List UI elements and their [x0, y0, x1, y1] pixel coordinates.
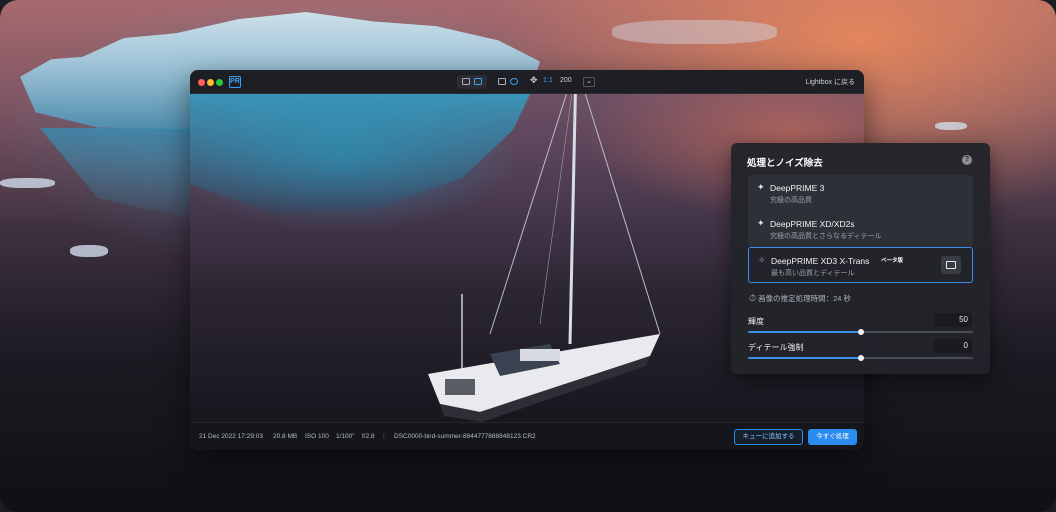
- selected-model: ✧ DeepPRIME XD3 X-Trans ベータ版 最も高い品質とディテー…: [749, 248, 972, 284]
- panel-title: 処理とノイズ除去: [747, 158, 823, 169]
- detail-label: ディテール強制: [748, 343, 804, 352]
- chevron-down-icon[interactable]: ⌄: [583, 77, 595, 87]
- single-view-icon[interactable]: [462, 78, 470, 85]
- slider-fill: [748, 357, 861, 359]
- file-name: DSC0000-bird-summer-8844777888848123.CR2: [394, 433, 536, 440]
- model-name: DeepPRIME 3: [770, 183, 825, 193]
- model-description: 究極の高品質とさらなるディテール: [770, 233, 882, 240]
- add-to-queue-button[interactable]: キューに追加する: [734, 429, 803, 445]
- ice-floe: [0, 178, 55, 188]
- luminance-slider[interactable]: [748, 329, 973, 335]
- model-option-deepprime-xd[interactable]: ✦ DeepPRIME XD/XD2s 究極の高品質とさらなるディテール: [748, 211, 973, 247]
- detail-slider[interactable]: [748, 355, 973, 361]
- app-logo: PR: [229, 76, 241, 88]
- zoom-window-button[interactable]: [216, 79, 223, 86]
- sparkle-icon: ✦: [757, 218, 765, 228]
- luminance-value-field[interactable]: 50: [934, 313, 972, 327]
- feedback-button[interactable]: [941, 256, 961, 274]
- minimize-window-button[interactable]: [207, 79, 214, 86]
- luminance-label: 輝度: [748, 317, 764, 326]
- iso-value: ISO 100: [305, 433, 329, 440]
- view-mode-group[interactable]: [457, 75, 487, 89]
- capture-date: 21 Dec 2022 17:29:03: [199, 433, 263, 440]
- sparkle-icon: ✧: [758, 255, 766, 265]
- ice-floe: [612, 20, 777, 44]
- split-view-group[interactable]: [493, 75, 523, 89]
- close-window-button[interactable]: [198, 79, 205, 86]
- chat-icon: [946, 261, 956, 269]
- detail-value-field[interactable]: 0: [934, 339, 972, 353]
- processing-panel: 処理とノイズ除去 ? ✦ DeepPRIME 3 究極の高品質 ✦ DeepPR…: [731, 143, 990, 374]
- divider: |: [383, 433, 385, 440]
- ice-floe: [935, 122, 967, 130]
- model-option-deepprime-xd3-xtrans[interactable]: ✧ DeepPRIME XD3 X-Trans ベータ版 最も高い品質とディテー…: [748, 247, 973, 283]
- aperture: f/2.8: [362, 433, 375, 440]
- sparkle-icon: ✦: [757, 182, 765, 192]
- zoom-value[interactable]: 200: [560, 77, 572, 84]
- model-description: 究極の高品質: [770, 197, 812, 204]
- ice-floe: [70, 245, 108, 257]
- back-to-lightbox-link[interactable]: Lightbox に戻る: [806, 77, 855, 87]
- slider-fill: [748, 331, 861, 333]
- background-photo: PR ✥ 1:1 200 ⌄ Lightbox に戻る 21 Dec 2022 …: [0, 0, 1056, 512]
- file-size: 20.8 MB: [273, 433, 298, 440]
- slider-knob[interactable]: [857, 355, 864, 361]
- slider-knob[interactable]: [857, 329, 864, 335]
- estimated-time-label: 画像の推定処理時間：24 秒: [758, 294, 852, 303]
- beta-badge: ベータ版: [881, 258, 904, 264]
- move-icon[interactable]: ✥: [530, 75, 538, 86]
- shutter-speed: 1/100": [336, 433, 355, 440]
- split-on-icon[interactable]: [510, 78, 518, 85]
- model-name: DeepPRIME XD/XD2s: [770, 219, 855, 229]
- help-icon[interactable]: ?: [962, 155, 972, 165]
- model-list: ✦ DeepPRIME 3 究極の高品質 ✦ DeepPRIME XD/XD2s…: [748, 175, 973, 247]
- zoom-fit-label[interactable]: 1:1: [543, 77, 553, 84]
- title-bar: PR ✥ 1:1 200 ⌄ Lightbox に戻る: [190, 70, 864, 94]
- stopwatch-icon: ⏱: [749, 293, 757, 303]
- split-off-icon[interactable]: [498, 78, 506, 85]
- estimated-time: ⏱ 画像の推定処理時間：24 秒: [749, 293, 851, 304]
- compare-view-icon[interactable]: [474, 78, 482, 85]
- process-now-button[interactable]: 今すぐ処理: [808, 429, 857, 445]
- model-name: DeepPRIME XD3 X-Trans: [771, 256, 870, 266]
- model-option-deepprime3[interactable]: ✦ DeepPRIME 3 究極の高品質: [748, 175, 973, 211]
- zoom-controls[interactable]: ✥ 1:1 200 ⌄: [526, 75, 602, 89]
- status-bar: 21 Dec 2022 17:29:03 20.8 MB ISO 100 1/1…: [190, 422, 864, 450]
- model-description: 最も高い品質とディテール: [771, 270, 855, 277]
